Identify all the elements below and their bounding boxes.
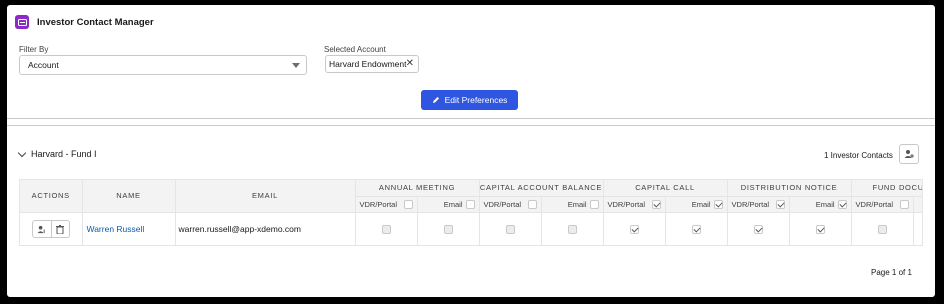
header-checkbox[interactable] (589, 199, 599, 209)
row-checkbox[interactable] (877, 225, 887, 235)
subheader-vdr: VDR/Portal (607, 199, 646, 209)
row-checkbox[interactable] (505, 225, 515, 235)
subheader-email: Email (815, 199, 835, 209)
contacts-table: ACTIONS NAME EMAIL ANNUAL MEETING CAPITA… (19, 179, 923, 246)
filter-by-select[interactable]: Account (19, 55, 307, 75)
filter-card: Investor Contact Manager Filter By Accou… (7, 5, 935, 119)
row-action-group (31, 220, 70, 239)
row-checkbox[interactable] (815, 225, 825, 235)
filter-by-label: Filter By (19, 45, 49, 54)
chevron-down-icon (292, 63, 300, 68)
id-card-icon (15, 15, 29, 29)
header-checkbox[interactable] (713, 199, 723, 209)
section-header[interactable]: Harvard - Fund I (17, 148, 97, 159)
header-checkbox[interactable] (527, 199, 537, 209)
delete-contact-button[interactable] (50, 221, 69, 238)
column-header-email: EMAIL (175, 180, 356, 213)
column-group-capital-account-balance: CAPITAL ACCOUNT BALANCE (479, 180, 604, 197)
header-checkbox[interactable] (403, 199, 413, 209)
filter-by-value: Account (28, 60, 59, 70)
section-title: Harvard - Fund I (31, 149, 97, 159)
subheader-vdr: VDR/Portal (731, 199, 770, 209)
row-checkbox[interactable] (691, 225, 701, 235)
fund-section: Harvard - Fund I 1 Investor Contacts ACT… (7, 125, 935, 297)
subheader-vdr: VDR/Portal (855, 199, 894, 209)
row-checkbox[interactable] (443, 225, 453, 235)
close-icon[interactable]: ✕ (406, 58, 414, 69)
header-checkbox[interactable] (651, 199, 661, 209)
column-group-distribution-notice: DISTRIBUTION NOTICE (727, 180, 852, 197)
subheader-email: Email (567, 199, 587, 209)
header-checkbox[interactable] (837, 199, 847, 209)
header-checkbox[interactable] (775, 199, 785, 209)
app-title: Investor Contact Manager (37, 17, 154, 28)
user-icon (37, 225, 45, 233)
subheader-vdr: VDR/Portal (483, 199, 522, 209)
pencil-icon (432, 97, 439, 103)
column-group-annual-meeting: ANNUAL MEETING (355, 180, 480, 197)
header-checkbox[interactable] (899, 199, 909, 209)
edit-preferences-label: Edit Preferences (444, 95, 508, 105)
row-checkbox[interactable] (753, 225, 763, 235)
subheader-email: Email (443, 199, 463, 209)
selected-account-label: Selected Account (324, 45, 386, 54)
contact-name-link[interactable]: Warren Russell (83, 224, 145, 234)
column-header-name: NAME (82, 180, 176, 213)
contact-email: warren.russell@app-xdemo.com (178, 224, 301, 235)
subheader-vdr: VDR/Portal (359, 199, 398, 209)
edit-contact-button[interactable] (33, 221, 51, 237)
selected-account-value: Harvard Endowment (329, 59, 407, 69)
column-header-actions: ACTIONS (20, 180, 83, 213)
row-checkbox[interactable] (567, 225, 577, 235)
column-group-capital-call: CAPITAL CALL (603, 180, 728, 197)
selected-account-pill: Harvard Endowment ✕ (325, 55, 419, 73)
edit-preferences-button[interactable]: Edit Preferences (421, 90, 518, 110)
row-checkbox[interactable] (381, 225, 391, 235)
subheader-email: Email (691, 199, 711, 209)
contacts-count: 1 Investor Contacts (824, 151, 893, 160)
trash-icon (56, 224, 65, 234)
add-contact-button[interactable] (899, 144, 919, 164)
app-frame: Investor Contact Manager Filter By Accou… (7, 5, 935, 297)
pagination-text: Page 1 of 1 (871, 268, 912, 277)
chevron-down-icon (17, 148, 27, 157)
row-checkbox[interactable] (629, 225, 639, 235)
table-row: Warren Russell warren.russell@app-xdemo.… (20, 212, 922, 245)
header-checkbox[interactable] (465, 199, 475, 209)
column-group-fund-documents: FUND DOCUMENTS (851, 180, 922, 197)
user-add-icon (904, 150, 914, 158)
